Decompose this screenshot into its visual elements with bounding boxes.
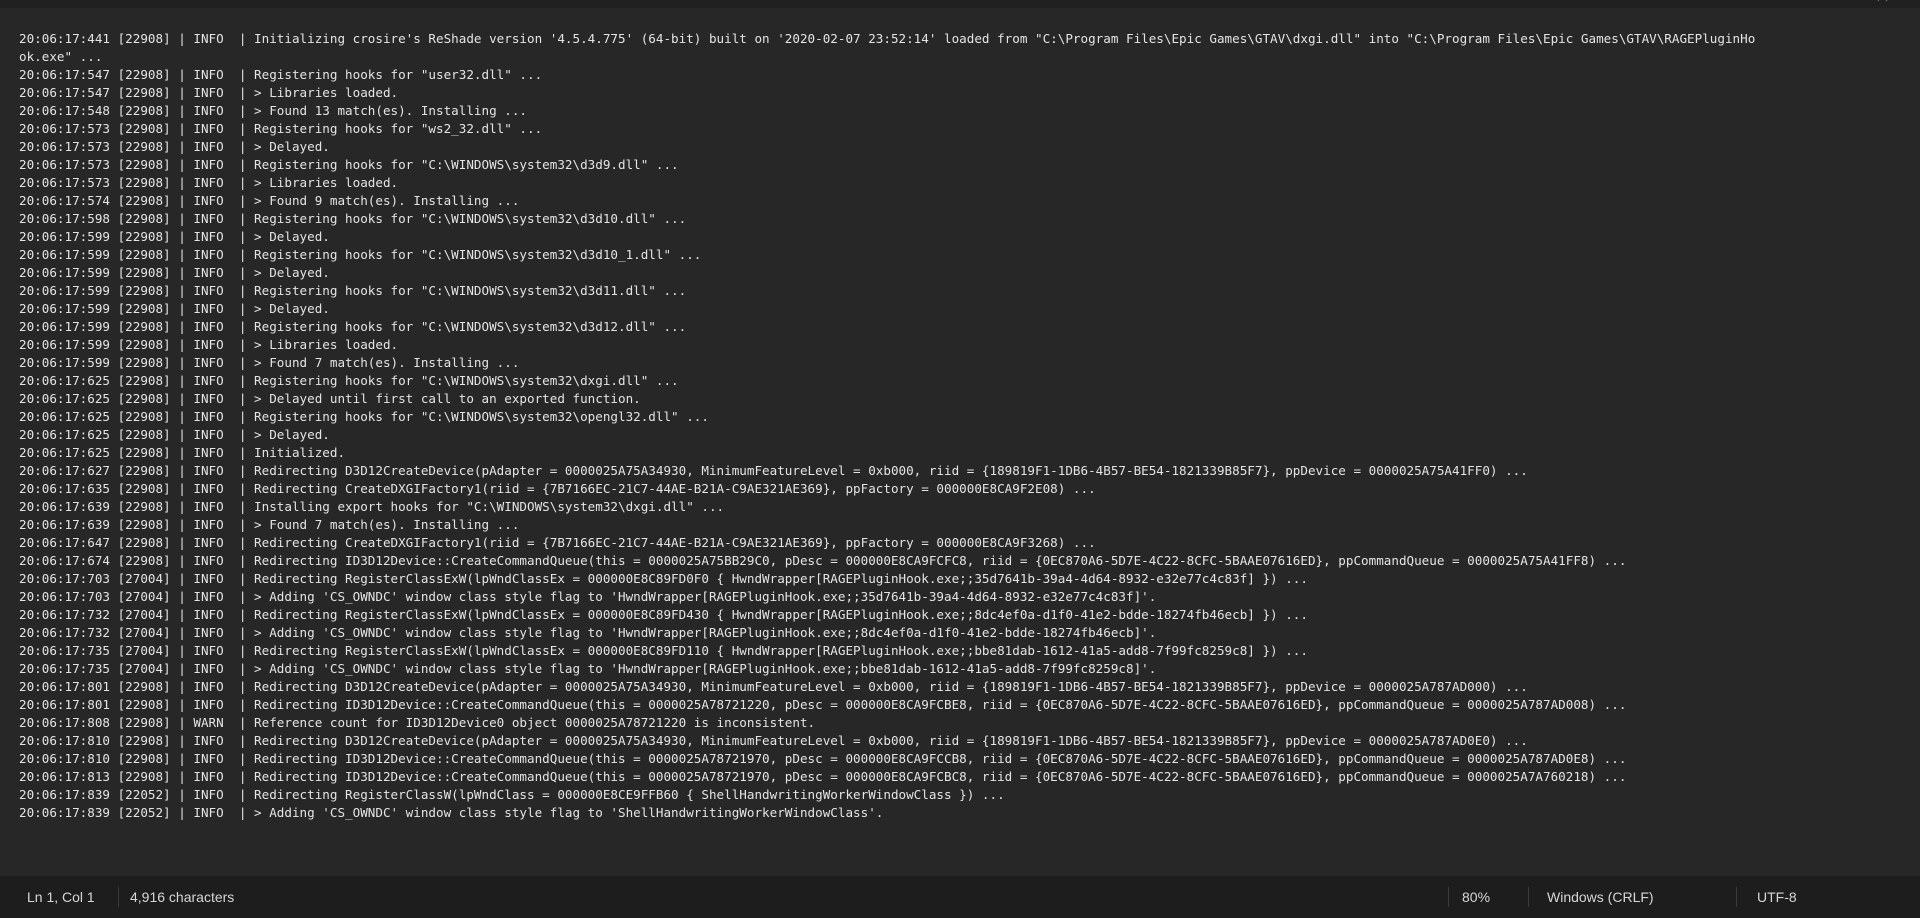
log-line: 20:06:17:625 [22908] | INFO | > Delayed. xyxy=(19,427,330,442)
log-line: 20:06:17:599 [22908] | INFO | > Delayed. xyxy=(19,229,330,244)
log-line: 20:06:17:573 [22908] | INFO | > Delayed. xyxy=(19,139,330,154)
log-line: 20:06:17:635 [22908] | INFO | Redirectin… xyxy=(19,481,1096,496)
log-line: 20:06:17:703 [27004] | INFO | > Adding '… xyxy=(19,589,1157,604)
log-line: 20:06:17:627 [22908] | INFO | Redirectin… xyxy=(19,463,1528,478)
log-line: 20:06:17:839 [22052] | INFO | Redirectin… xyxy=(19,787,1005,802)
log-line: 20:06:17:625 [22908] | INFO | Registerin… xyxy=(19,373,679,388)
log-line: 20:06:17:674 [22908] | INFO | Redirectin… xyxy=(19,553,1627,568)
log-line: 20:06:17:599 [22908] | INFO | > Found 7 … xyxy=(19,355,520,370)
log-line: 20:06:17:599 [22908] | INFO | > Delayed. xyxy=(19,301,330,316)
log-line: 20:06:17:599 [22908] | INFO | > Delayed. xyxy=(19,265,330,280)
log-line: 20:06:17:801 [22908] | INFO | Redirectin… xyxy=(19,697,1627,712)
log-line: 20:06:17:573 [22908] | INFO | Registerin… xyxy=(19,121,543,136)
log-line: 20:06:17:839 [22052] | INFO | > Adding '… xyxy=(19,805,884,820)
log-line: 20:06:17:599 [22908] | INFO | Registerin… xyxy=(19,283,687,298)
cursor-position[interactable]: Ln 1, Col 1 xyxy=(27,876,95,918)
status-divider xyxy=(1736,887,1737,907)
character-count: 4,916 characters xyxy=(130,889,235,905)
log-line: 20:06:17:599 [22908] | INFO | Registerin… xyxy=(19,319,687,334)
status-divider xyxy=(118,887,119,907)
zoom-level[interactable]: 80% xyxy=(1462,876,1490,918)
log-line: 20:06:17:574 [22908] | INFO | > Found 9 … xyxy=(19,193,520,208)
status-divider xyxy=(1528,887,1529,907)
log-line: 20:06:17:441 [22908] | INFO | Initializi… xyxy=(19,31,1756,64)
line-ending[interactable]: Windows (CRLF) xyxy=(1547,876,1654,918)
log-line: 20:06:17:547 [22908] | INFO | > Librarie… xyxy=(19,85,399,100)
log-line: 20:06:17:573 [22908] | INFO | > Librarie… xyxy=(19,175,399,190)
log-line: 20:06:17:801 [22908] | INFO | Redirectin… xyxy=(19,679,1528,694)
log-line: 20:06:17:639 [22908] | INFO | > Found 7 … xyxy=(19,517,520,532)
log-line: 20:06:17:810 [22908] | INFO | Redirectin… xyxy=(19,751,1627,766)
log-line: 20:06:17:810 [22908] | INFO | Redirectin… xyxy=(19,733,1528,748)
log-line: 20:06:17:735 [27004] | INFO | Redirectin… xyxy=(19,643,1308,658)
log-text[interactable]: 20:06:17:441 [22908] | INFO | Initializi… xyxy=(19,30,1759,822)
log-line: 20:06:17:625 [22908] | INFO | Initialize… xyxy=(19,445,346,460)
log-line: 20:06:17:598 [22908] | INFO | Registerin… xyxy=(19,211,687,226)
log-line: 20:06:17:625 [22908] | INFO | > Delayed … xyxy=(19,391,641,406)
log-line: 20:06:17:573 [22908] | INFO | Registerin… xyxy=(19,157,679,172)
log-line: 20:06:17:703 [27004] | INFO | Redirectin… xyxy=(19,571,1308,586)
top-edge-bar xyxy=(0,0,1920,8)
text-editor-area[interactable]: 20:06:17:441 [22908] | INFO | Initializi… xyxy=(0,8,1920,876)
log-line: 20:06:17:735 [27004] | INFO | > Adding '… xyxy=(19,661,1157,676)
log-line: 20:06:17:813 [22908] | INFO | Redirectin… xyxy=(19,769,1627,784)
status-divider xyxy=(1448,887,1449,907)
log-line: 20:06:17:639 [22908] | INFO | Installing… xyxy=(19,499,725,514)
log-line: 20:06:17:599 [22908] | INFO | Registerin… xyxy=(19,247,702,262)
log-line: 20:06:17:547 [22908] | INFO | Registerin… xyxy=(19,67,543,82)
scroll-up-icon[interactable] xyxy=(1877,0,1888,6)
status-bar: Ln 1, Col 1 4,916 characters 80% Windows… xyxy=(0,876,1920,918)
log-line: 20:06:17:808 [22908] | WARN | Reference … xyxy=(19,715,816,730)
log-line: 20:06:17:625 [22908] | INFO | Registerin… xyxy=(19,409,709,424)
log-line: 20:06:17:599 [22908] | INFO | > Librarie… xyxy=(19,337,399,352)
log-line: 20:06:17:647 [22908] | INFO | Redirectin… xyxy=(19,535,1096,550)
log-line: 20:06:17:732 [27004] | INFO | Redirectin… xyxy=(19,607,1308,622)
encoding[interactable]: UTF-8 xyxy=(1757,876,1797,918)
log-line: 20:06:17:548 [22908] | INFO | > Found 13… xyxy=(19,103,527,118)
log-line: 20:06:17:732 [27004] | INFO | > Adding '… xyxy=(19,625,1157,640)
